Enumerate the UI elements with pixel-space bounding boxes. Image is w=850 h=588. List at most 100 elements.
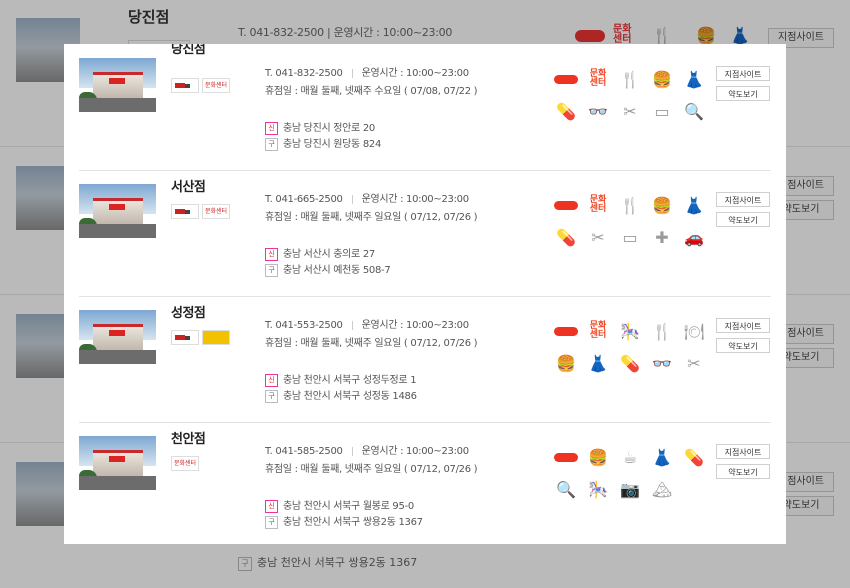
store-closed-days: 휴점일 : 매월 둘째, 넷째주 일요일 ( 07/12, 07/26 ) — [265, 464, 478, 475]
branch-site-button[interactable]: 지점사이트 — [716, 444, 770, 459]
clothing-icon: 👗 — [652, 447, 672, 467]
clothing-icon: 👗 — [588, 353, 608, 373]
store-name: 서산점 — [171, 180, 206, 195]
store-item: 당진점 문화센터 T. 041-832-2500 운영시간 : 10:00~23:… — [79, 44, 771, 171]
store-name: 당진점 — [171, 44, 206, 57]
hair-salon-icon: ✂ — [687, 353, 701, 373]
store-tel: T. 041-832-2500 — [265, 68, 343, 79]
old-address-tag: 구 — [265, 515, 278, 529]
store-hours: 운영시간 : 10:00~23:00 — [361, 194, 469, 205]
optician-icon: 👓 — [652, 353, 672, 373]
store-thumbnail — [79, 436, 156, 490]
store-closed-days: 휴점일 : 매월 둘째, 넷째주 일요일 ( 07/12, 07/26 ) — [265, 338, 478, 349]
photo-studio-icon: 📷 — [620, 479, 640, 499]
map-button[interactable]: 약도보기 — [716, 338, 770, 353]
new-address-tag: 신 — [265, 247, 278, 261]
store-address-new: 신 충남 천안시 서북구 월봉로 95-0 — [265, 497, 414, 513]
store-list-panel: 당진점 문화센터 T. 041-832-2500 운영시간 : 10:00~23:… — [64, 44, 786, 544]
hair-salon-icon: ✂ — [623, 101, 637, 121]
map-button[interactable]: 약도보기 — [716, 464, 770, 479]
branch-site-button[interactable]: 지점사이트 — [716, 66, 770, 81]
culture-center-icon: 문화 센터 — [589, 321, 607, 340]
old-address-tag: 구 — [265, 389, 278, 403]
store-address-old: 구 충남 천안시 서북구 쌍용2동 1367 — [265, 513, 423, 529]
optician-icon: 👓 — [588, 101, 608, 121]
store-address-new: 신 충남 서산시 충의로 27 — [265, 245, 375, 261]
food-court-icon: 🍔 — [556, 353, 576, 373]
store-facility-icons: 문화 센터 🍴 🍔 👗 💊 ✂ ▭ ✚ 🚗 — [554, 194, 714, 258]
store-address-old: 구 충남 서산시 예천동 508-7 — [265, 261, 391, 277]
store-thumbnail — [79, 184, 156, 238]
store-name: 성정점 — [171, 306, 206, 321]
delivery-logo — [171, 204, 199, 219]
bandage-icon: ▭ — [622, 227, 638, 247]
store-thumbnail — [79, 58, 156, 112]
store-tel: T. 041-553-2500 — [265, 320, 343, 331]
store-closed-days: 휴점일 : 매월 둘째, 넷째주 수요일 ( 07/08, 07/22 ) — [265, 86, 478, 97]
food-court-icon: 🍔 — [588, 447, 608, 467]
map-button[interactable]: 약도보기 — [716, 212, 770, 227]
pharmacy-icon: 💊 — [620, 353, 640, 373]
store-logos: 문화센터 — [171, 204, 231, 219]
store-item: 성정점 T. 041-553-2500 운영시간 : 10:00~23:00 휴점… — [79, 296, 771, 423]
store-address-old: 구 충남 당진시 원당동 824 — [265, 135, 381, 151]
store-logos: 문화센터 — [171, 78, 231, 93]
clinic-icon: ✚ — [655, 227, 669, 247]
store-tel: T. 041-585-2500 — [265, 446, 343, 457]
store-logos — [171, 330, 230, 345]
hi-mart-icon — [554, 194, 578, 216]
clothing-icon: 👗 — [684, 195, 704, 215]
food-court-icon: 🍔 — [652, 195, 672, 215]
branch-site-button[interactable]: 지점사이트 — [716, 318, 770, 333]
store-hours: 운영시간 : 10:00~23:00 — [361, 446, 469, 457]
delivery-logo — [171, 330, 199, 345]
old-address-tag: 구 — [265, 137, 278, 151]
restaurant-icon: 🍴 — [652, 321, 672, 341]
hi-mart-icon — [554, 446, 578, 468]
culture-center-logo: 문화센터 — [202, 204, 231, 219]
pharmacy-icon: 💊 — [556, 101, 576, 121]
map-button[interactable]: 약도보기 — [716, 86, 770, 101]
hair-salon-icon: ✂ — [591, 227, 605, 247]
new-address-tag: 신 — [265, 499, 278, 513]
bandage-icon: ▭ — [654, 101, 670, 121]
branch-site-button[interactable]: 지점사이트 — [716, 192, 770, 207]
culture-center-icon: 문화 센터 — [589, 69, 607, 88]
hi-mart-icon — [554, 68, 578, 90]
store-contact: T. 041-553-2500 운영시간 : 10:00~23:00 — [265, 316, 469, 331]
new-address-tag: 신 — [265, 121, 278, 135]
store-tel: T. 041-665-2500 — [265, 194, 343, 205]
pharmacy-icon: 💊 — [684, 447, 704, 467]
store-logos: 문화센터 — [171, 456, 200, 471]
kids-cafe-icon: 🎠 — [588, 479, 608, 499]
store-closed-days: 휴점일 : 매월 둘째, 넷째주 일요일 ( 07/12, 07/26 ) — [265, 212, 478, 223]
culture-center-icon: 문화 센터 — [589, 195, 607, 214]
kids-cafe-icon: 🎠 — [620, 321, 640, 341]
store-facility-icons: 문화 센터 🍴 🍔 👗 💊 👓 ✂ ▭ 🔍 — [554, 68, 714, 132]
dining-icon: 🍽 — [683, 321, 705, 341]
store-address-old: 구 충남 천안시 서북구 성정동 1486 — [265, 387, 417, 403]
pharmacy-icon: 💊 — [556, 227, 576, 247]
delivery-logo — [171, 78, 199, 93]
store-item: 서산점 문화센터 T. 041-665-2500 운영시간 : 10:00~23:… — [79, 170, 771, 297]
store-name: 천안점 — [171, 432, 206, 447]
restaurant-icon: 🍴 — [620, 195, 640, 215]
partner-logo — [202, 330, 230, 345]
store-thumbnail — [79, 310, 156, 364]
store-contact: T. 041-832-2500 운영시간 : 10:00~23:00 — [265, 64, 469, 79]
store-item: 천안점 문화센터 T. 041-585-2500 운영시간 : 10:00~23:… — [79, 422, 771, 544]
travel-icon: 🏔 — [651, 479, 673, 499]
store-actions: 지점사이트 약도보기 — [716, 318, 770, 358]
laundry-icon: 🔍 — [556, 479, 576, 499]
car-wash-icon: 🚗 — [684, 227, 704, 247]
store-hours: 운영시간 : 10:00~23:00 — [361, 320, 469, 331]
store-actions: 지점사이트 약도보기 — [716, 444, 770, 484]
food-court-icon: 🍔 — [652, 69, 672, 89]
store-facility-icons: 🍔 ☕ 👗 💊 🔍 🎠 📷 🏔 — [554, 446, 714, 510]
new-address-tag: 신 — [265, 373, 278, 387]
laundry-icon: 🔍 — [684, 101, 704, 121]
old-address-tag: 구 — [265, 263, 278, 277]
restaurant-icon: 🍴 — [620, 69, 640, 89]
store-contact: T. 041-665-2500 운영시간 : 10:00~23:00 — [265, 190, 469, 205]
store-actions: 지점사이트 약도보기 — [716, 66, 770, 106]
